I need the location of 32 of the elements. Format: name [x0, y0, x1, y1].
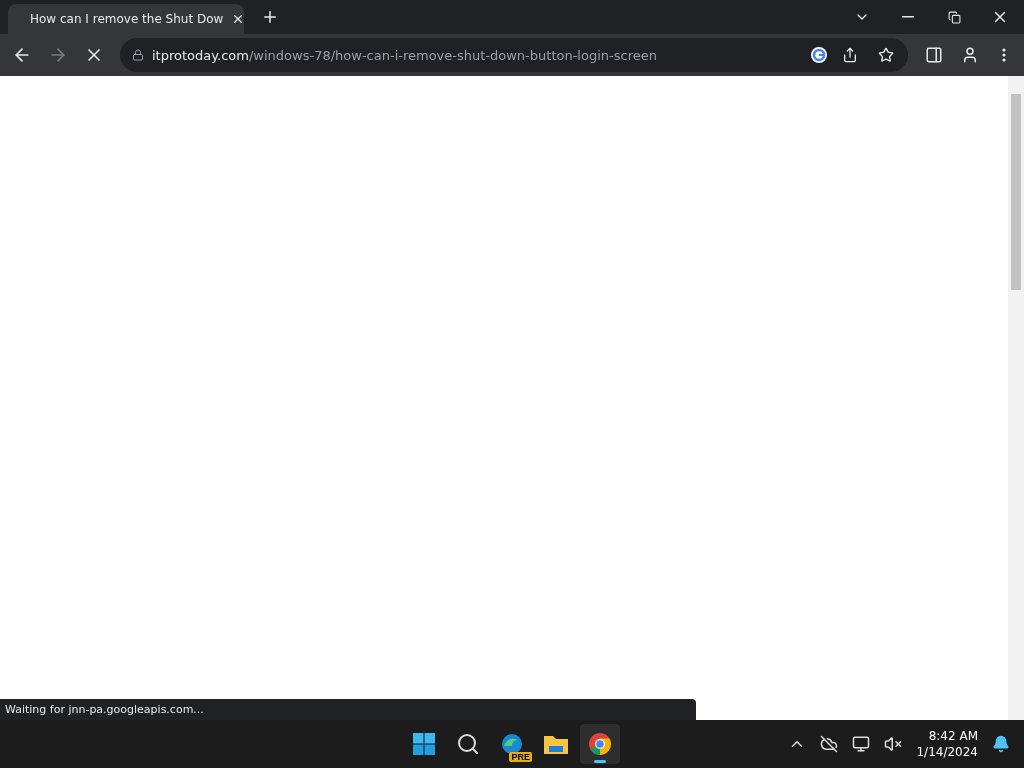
folder-icon [543, 733, 569, 755]
active-indicator [594, 760, 606, 763]
lock-icon [132, 49, 144, 61]
taskbar-app-button[interactable]: PRE [492, 724, 532, 764]
plus-icon [261, 8, 279, 26]
star-icon [878, 47, 894, 63]
scrollbar-thumb[interactable] [1011, 94, 1021, 290]
volume-muted-icon[interactable] [884, 735, 903, 753]
side-panel-icon [925, 46, 943, 64]
chrome-icon [588, 732, 612, 756]
cloud-icon[interactable] [820, 735, 839, 753]
tab-title: How can I remove the Shut Dow [30, 12, 224, 26]
status-bubble: Waiting for jnn-pa.googleapis.com... [0, 699, 696, 720]
clock-date: 1/14/2024 [916, 744, 978, 760]
app-badge: PRE [509, 752, 532, 762]
browser-tab[interactable]: How can I remove the Shut Dow [8, 4, 244, 34]
address-bar[interactable]: itprotoday.com/windows-78/how-can-i-remove-shut-down-button-login-screen [120, 38, 908, 72]
clock[interactable]: 8:42 AM 1/14/2024 [916, 728, 978, 760]
restore-icon [947, 10, 961, 24]
taskbar-app-button[interactable] [580, 724, 620, 764]
notification-bell-icon[interactable] [992, 735, 1010, 753]
minimize-icon [902, 16, 914, 18]
clock-time: 8:42 AM [928, 728, 978, 744]
share-icon [842, 47, 858, 63]
url-text: itprotoday.com/windows-78/how-can-i-remove-shut-down-button-login-screen [152, 47, 658, 63]
windows-logo-icon [412, 732, 436, 756]
network-icon[interactable] [852, 735, 871, 753]
search-icon [456, 732, 480, 756]
google-g-icon [810, 46, 828, 64]
person-icon [961, 46, 979, 64]
menu-icon [1002, 48, 1006, 62]
edge-icon [500, 732, 524, 756]
